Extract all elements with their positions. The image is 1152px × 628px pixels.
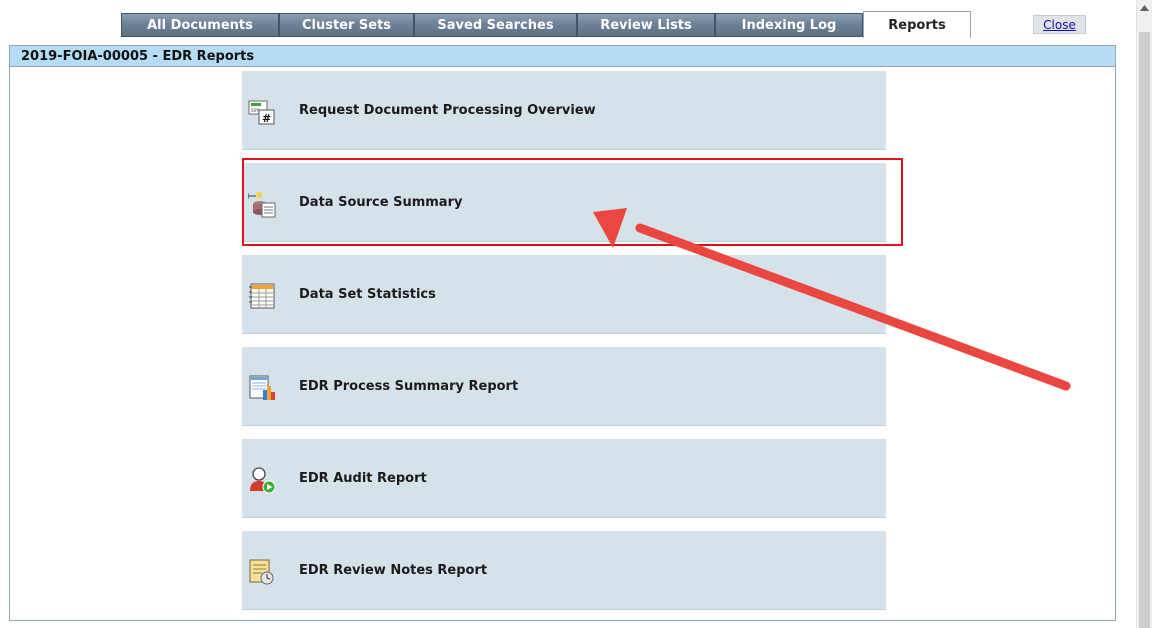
report-label: Data Source Summary [299,194,463,210]
report-label: EDR Audit Report [299,470,427,486]
progress-counter-icon: 50% # [248,100,275,125]
reports-panel: 2019-FOIA-00005 - EDR Reports 50% # Requ… [9,45,1116,621]
tab-bar: All Documents Cluster Sets Saved Searche… [121,11,971,38]
report-label: Data Set Statistics [299,286,436,302]
tab-cluster-sets[interactable]: Cluster Sets [279,13,414,37]
panel-title: 2019-FOIA-00005 - EDR Reports [10,46,1115,67]
user-audit-icon [250,467,276,494]
report-edr-process-summary[interactable]: EDR Process Summary Report [242,347,886,426]
report-chart-icon [249,375,275,400]
report-data-source-summary[interactable]: Data Source Summary [242,163,886,242]
svg-text:#: # [262,112,271,125]
scroll-up-arrow-icon[interactable] [1137,0,1152,15]
spreadsheet-icon [249,283,275,309]
notes-clock-icon [249,559,274,585]
report-label: EDR Review Notes Report [299,562,488,578]
report-label: Request Document Processing Overview [299,102,596,118]
vertical-scrollbar[interactable] [1136,0,1152,628]
scrollbar-thumb[interactable] [1139,32,1150,628]
tab-indexing-log[interactable]: Indexing Log [715,13,863,37]
tab-review-lists[interactable]: Review Lists [577,13,715,37]
tab-all-documents[interactable]: All Documents [121,13,279,37]
tab-saved-searches[interactable]: Saved Searches [414,13,577,37]
tab-reports[interactable]: Reports [863,11,971,38]
report-label: EDR Process Summary Report [299,378,519,394]
report-data-set-statistics[interactable]: Data Set Statistics [242,255,886,334]
report-edr-review-notes[interactable]: EDR Review Notes Report [242,531,886,610]
close-link[interactable]: Close [1033,15,1086,34]
report-edr-audit[interactable]: EDR Audit Report [242,439,886,518]
report-request-document-processing-overview[interactable]: 50% # Request Document Processing Overvi… [242,71,886,150]
data-source-icon [248,192,276,218]
